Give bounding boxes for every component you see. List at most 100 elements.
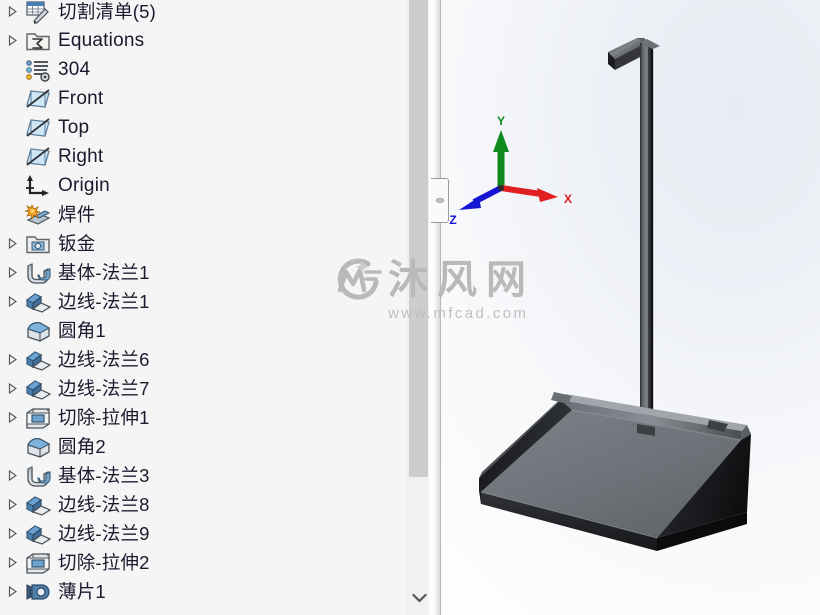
cut-extrude-icon <box>22 403 54 432</box>
expand-arrow-icon[interactable] <box>2 490 22 519</box>
tree-indent-spacer <box>2 200 22 229</box>
tree-indent-spacer <box>2 55 22 84</box>
base-flange-icon <box>22 461 54 490</box>
tree-node-label: Top <box>58 117 90 138</box>
tree-node[interactable]: 钣金 <box>0 229 429 258</box>
tree-node[interactable]: Right <box>0 142 429 171</box>
tree-node-label: 切割清单(5) <box>58 1 157 22</box>
tree-node[interactable]: Top <box>0 113 429 142</box>
tree-node-label: 边线-法兰6 <box>58 349 150 370</box>
tree-node[interactable]: 基体-法兰3 <box>0 461 429 490</box>
scroll-down-button[interactable] <box>408 581 429 615</box>
tree-node-label: 边线-法兰1 <box>58 291 150 312</box>
coordinate-triad: Y X Z <box>449 114 572 227</box>
weldment-icon <box>22 200 54 229</box>
tree-node-label: 焊件 <box>58 204 96 225</box>
cut-extrude-icon <box>22 548 54 577</box>
plane-icon <box>22 113 54 142</box>
fillet-icon <box>22 432 54 461</box>
splitter-collapse-handle[interactable] <box>431 178 449 223</box>
svg-text:X: X <box>564 192 572 206</box>
expand-arrow-icon[interactable] <box>2 374 22 403</box>
tree-node[interactable]: 边线-法兰1 <box>0 287 429 316</box>
tree-node-label: 304 <box>58 59 91 80</box>
splitter-grip-icon <box>435 198 444 203</box>
tree-node-label: 圆角2 <box>58 436 106 457</box>
tree-node-label: 薄片1 <box>58 581 106 602</box>
feature-tree-list[interactable]: 切割清单(5) Equations 304 Front Top Right Or… <box>0 0 429 606</box>
tree-node-label: 边线-法兰7 <box>58 378 150 399</box>
equations-folder-icon <box>22 26 54 55</box>
tree-node-label: 钣金 <box>58 233 96 254</box>
tree-node[interactable]: 切割清单(5) <box>0 0 429 26</box>
tree-node[interactable]: 圆角2 <box>0 432 429 461</box>
svg-text:Y: Y <box>497 114 505 128</box>
expand-arrow-icon[interactable] <box>2 229 22 258</box>
tree-indent-spacer <box>2 113 22 142</box>
tree-node[interactable]: 边线-法兰9 <box>0 519 429 548</box>
tree-node[interactable]: 切除-拉伸2 <box>0 548 429 577</box>
edge-flange-icon <box>22 374 54 403</box>
expand-arrow-icon[interactable] <box>2 287 22 316</box>
expand-arrow-icon[interactable] <box>2 345 22 374</box>
tab-icon <box>22 577 54 606</box>
expand-arrow-icon[interactable] <box>2 0 22 26</box>
tree-node[interactable]: Front <box>0 84 429 113</box>
cut-list-icon <box>22 0 54 26</box>
expand-arrow-icon[interactable] <box>2 577 22 606</box>
material-icon <box>22 55 54 84</box>
tree-node[interactable]: 边线-法兰8 <box>0 490 429 519</box>
dustpan-sheet-metal-model: Y X Z <box>449 38 751 551</box>
base-flange-icon <box>22 258 54 287</box>
plane-icon <box>22 84 54 113</box>
tree-indent-spacer <box>2 171 22 200</box>
tree-node[interactable]: 基体-法兰1 <box>0 258 429 287</box>
tree-node-label: 基体-法兰3 <box>58 465 150 486</box>
tree-node[interactable]: Equations <box>0 26 429 55</box>
tree-node[interactable]: 焊件 <box>0 200 429 229</box>
tree-node[interactable]: 切除-拉伸1 <box>0 403 429 432</box>
edge-flange-icon <box>22 345 54 374</box>
tree-node-label: Origin <box>58 175 110 196</box>
tree-node-label: 切除-拉伸2 <box>58 552 150 573</box>
expand-arrow-icon[interactable] <box>2 548 22 577</box>
tree-node[interactable]: 圆角1 <box>0 316 429 345</box>
scrollbar-thumb[interactable] <box>409 0 428 477</box>
expand-arrow-icon[interactable] <box>2 26 22 55</box>
tree-node-label: Front <box>58 88 104 109</box>
edge-flange-icon <box>22 287 54 316</box>
fillet-icon <box>22 316 54 345</box>
feature-manager-tree-panel[interactable]: 切割清单(5) Equations 304 Front Top Right Or… <box>0 0 429 615</box>
tree-indent-spacer <box>2 432 22 461</box>
tree-indent-spacer <box>2 84 22 113</box>
tree-node-label: 切除-拉伸1 <box>58 407 150 428</box>
graphics-viewport[interactable]: Y X Z <box>441 0 820 615</box>
tree-node[interactable]: 薄片1 <box>0 577 429 606</box>
application-window: 切割清单(5) Equations 304 Front Top Right Or… <box>0 0 820 615</box>
plane-icon <box>22 142 54 171</box>
edge-flange-icon <box>22 519 54 548</box>
tree-indent-spacer <box>2 142 22 171</box>
tree-node[interactable]: Origin <box>0 171 429 200</box>
panel-splitter[interactable] <box>429 0 449 615</box>
svg-text:Z: Z <box>449 213 456 227</box>
tree-node[interactable]: 边线-法兰6 <box>0 345 429 374</box>
edge-flange-icon <box>22 490 54 519</box>
chevron-down-icon <box>411 593 427 603</box>
tree-node[interactable]: 边线-法兰7 <box>0 374 429 403</box>
tree-node-label: Equations <box>58 30 145 51</box>
tree-node-label: 圆角1 <box>58 320 106 341</box>
tree-node-label: 基体-法兰1 <box>58 262 150 283</box>
expand-arrow-icon[interactable] <box>2 519 22 548</box>
tree-node-label: 边线-法兰8 <box>58 494 150 515</box>
tree-vertical-scrollbar[interactable] <box>407 0 429 615</box>
tree-node-label: 边线-法兰9 <box>58 523 150 544</box>
expand-arrow-icon[interactable] <box>2 258 22 287</box>
tree-node[interactable]: 304 <box>0 55 429 84</box>
origin-axis-icon <box>22 171 54 200</box>
tree-node-label: Right <box>58 146 104 167</box>
expand-arrow-icon[interactable] <box>2 461 22 490</box>
sheet-metal-folder-icon <box>22 229 54 258</box>
expand-arrow-icon[interactable] <box>2 403 22 432</box>
tree-indent-spacer <box>2 316 22 345</box>
